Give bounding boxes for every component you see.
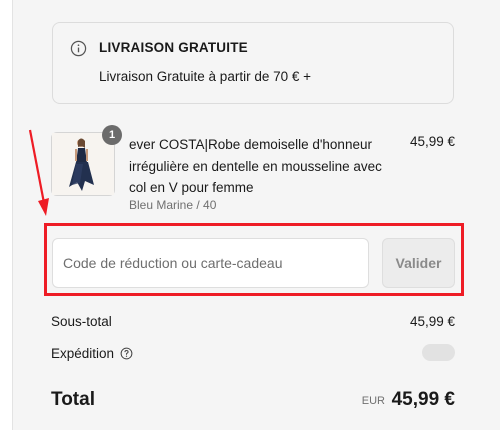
subtotal-label: Sous-total <box>51 314 112 329</box>
total-currency: EUR <box>361 395 385 407</box>
product-variant: Bleu Marine / 40 <box>129 198 217 212</box>
shipping-row: Expédition <box>51 346 133 361</box>
free-shipping-text: Livraison Gratuite à partir de 70 € + <box>99 69 311 84</box>
product-price: 45,99 € <box>409 134 455 149</box>
shipping-label: Expédition <box>51 346 115 361</box>
total-value: 45,99 € <box>391 389 455 410</box>
product-name: ever COSTA|Robe demoiselle d'honneur irr… <box>129 137 382 195</box>
info-icon <box>70 40 87 57</box>
total-label: Total <box>51 389 95 410</box>
quantity-badge: 1 <box>102 125 122 145</box>
subtotal-value: 45,99 € <box>409 314 455 329</box>
discount-code-input[interactable] <box>52 238 369 288</box>
shipping-value-loading <box>422 344 455 361</box>
question-circle-icon[interactable] <box>120 347 133 360</box>
apply-discount-button[interactable]: Valider <box>382 238 455 288</box>
free-shipping-title: LIVRAISON GRATUITE <box>99 40 248 55</box>
free-shipping-banner: LIVRAISON GRATUITE Livraison Gratuite à … <box>52 22 454 104</box>
